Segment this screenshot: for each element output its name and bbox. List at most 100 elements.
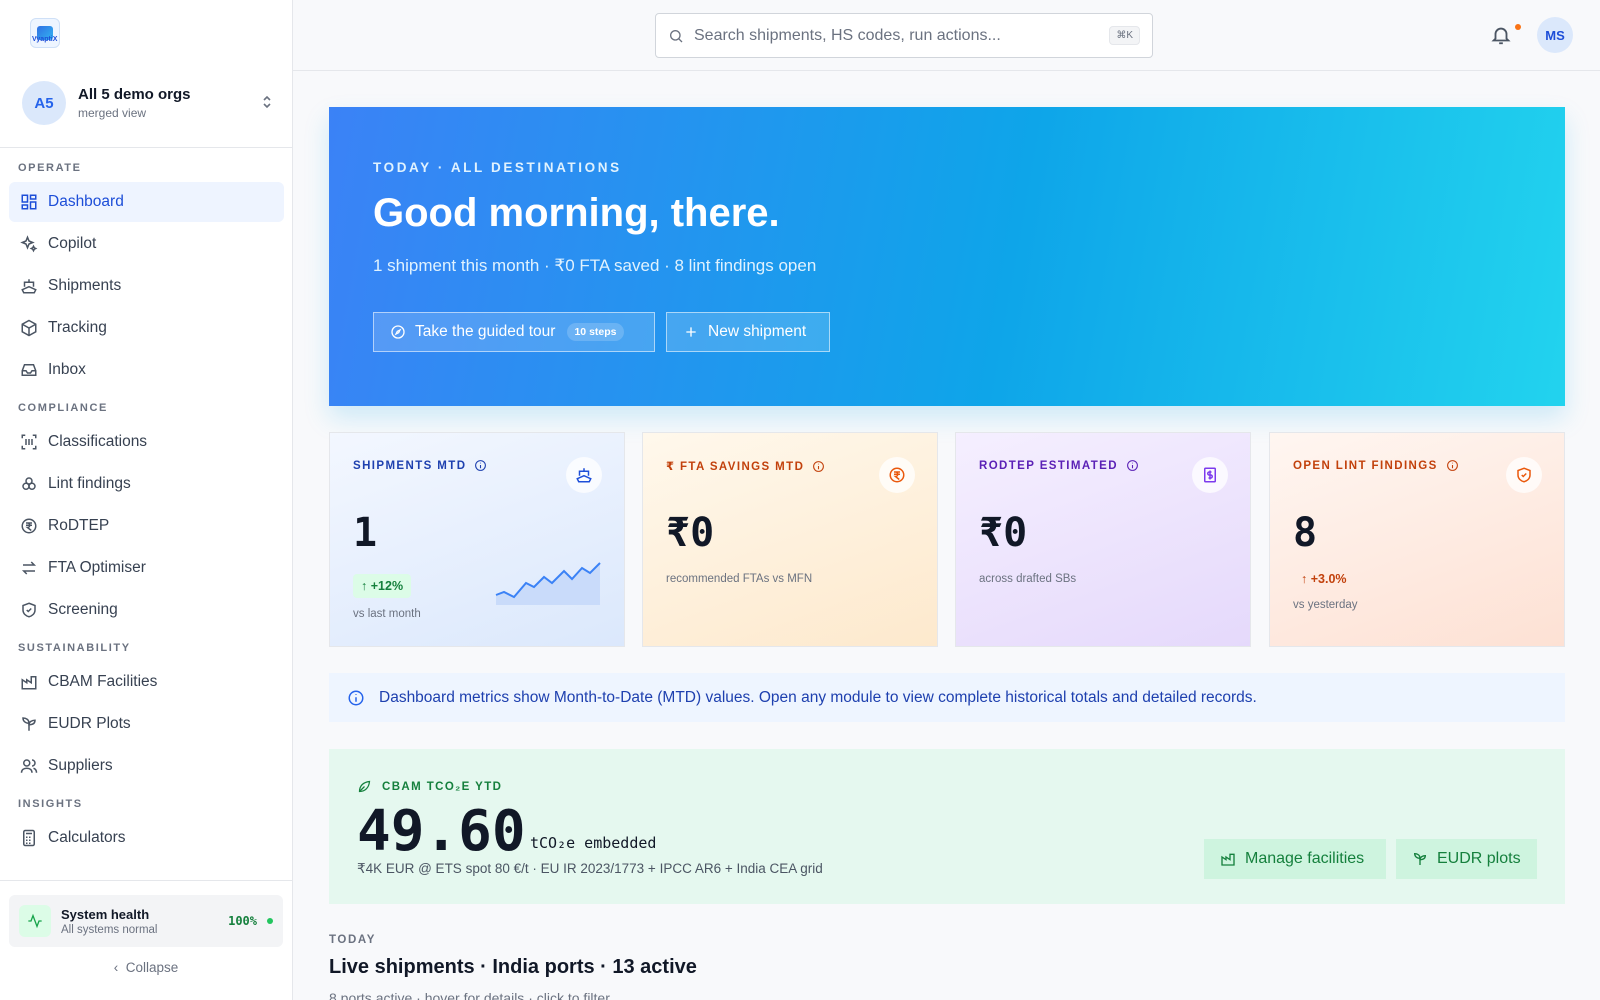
sidebar-item-rodtep[interactable]: RoDTEP — [9, 506, 284, 546]
manage-facilities-label: Manage facilities — [1245, 850, 1365, 867]
kpi-card-rodtep[interactable]: RODTEP ESTIMATED ₹0 across drafted SBs — [955, 432, 1251, 647]
card-label-wrap: ₹ FTA SAVINGS MTD — [666, 459, 825, 473]
ship-icon — [566, 457, 602, 493]
kpi-card-shipments[interactable]: SHIPMENTS MTD 1 ↑ +12% vs last month — [329, 432, 625, 647]
guided-tour-button[interactable]: Take the guided tour 10 steps — [373, 312, 655, 352]
package-icon — [20, 319, 38, 337]
card-label-wrap: OPEN LINT FINDINGS — [1293, 459, 1459, 472]
cbam-panel: CBAM TCO₂E YTD 49.60 tCO₂e embedded ₹4K … — [329, 749, 1565, 904]
app-logo[interactable] — [30, 18, 60, 48]
sidebar-item-label: EUDR Plots — [48, 715, 131, 732]
sidebar-item-label: RoDTEP — [48, 517, 110, 534]
section-compliance: COMPLIANCE — [18, 402, 108, 414]
collapse-button[interactable]: ‹ Collapse — [0, 960, 292, 975]
sidebar-item-dashboard[interactable]: Dashboard — [9, 182, 284, 222]
info-icon — [348, 690, 364, 705]
cbam-label-wrap: CBAM TCO₂E YTD — [357, 779, 502, 794]
section-operate: OPERATE — [18, 162, 82, 174]
info-icon[interactable] — [812, 460, 825, 473]
sidebar-item-label: Dashboard — [48, 193, 124, 210]
sidebar-item-label: Tracking — [48, 319, 107, 336]
rupee-circle-icon — [20, 517, 38, 535]
health-sub: All systems normal — [61, 923, 158, 936]
section-sustainability: SUSTAINABILITY — [18, 642, 131, 654]
system-health-panel[interactable]: System health All systems normal 100% — [9, 895, 283, 947]
sidebar-item-suppliers[interactable]: Suppliers — [9, 746, 284, 786]
notification-dot — [1515, 24, 1521, 30]
manage-facilities-button[interactable]: Manage facilities — [1204, 839, 1386, 879]
section-insights: INSIGHTS — [18, 798, 83, 810]
collapse-label: Collapse — [125, 960, 179, 975]
shield-check-icon — [1506, 457, 1542, 493]
sidebar-item-label: Inbox — [48, 361, 86, 378]
card-value: 8 — [1293, 510, 1318, 556]
sidebar-item-label: Calculators — [48, 829, 126, 846]
rupee-circle-icon — [879, 457, 915, 493]
calculator-icon — [20, 829, 38, 847]
sidebar-item-inbox[interactable]: Inbox — [9, 350, 284, 390]
card-label-wrap: SHIPMENTS MTD — [353, 459, 487, 472]
bell-icon[interactable] — [1490, 24, 1512, 46]
live-shipments-sub: 8 ports active · hover for details · cli… — [329, 990, 610, 1000]
eudr-plots-button[interactable]: EUDR plots — [1396, 839, 1537, 879]
kpi-card-lint-findings[interactable]: OPEN LINT FINDINGS 8 ↑ +3.0% vs yesterda… — [1269, 432, 1565, 647]
sidebar-item-cbam[interactable]: CBAM Facilities — [9, 662, 284, 702]
bug-icon — [20, 475, 38, 493]
sidebar-item-label: Screening — [48, 601, 118, 618]
eudr-plots-label: EUDR plots — [1437, 850, 1521, 867]
page-title: Good morning, there. — [373, 191, 780, 235]
sparkles-icon — [20, 235, 38, 253]
divider — [0, 147, 292, 148]
card-label: ₹ FTA SAVINGS MTD — [666, 461, 805, 473]
hero-eyebrow: TODAY · ALL DESTINATIONS — [373, 160, 622, 175]
search-icon — [670, 29, 683, 42]
sidebar-item-eudr[interactable]: EUDR Plots — [9, 704, 284, 744]
sidebar-item-calculators[interactable]: Calculators — [9, 818, 284, 858]
status-dot — [267, 918, 273, 924]
logo-text: VyaptiX — [32, 36, 58, 43]
sidebar: VyaptiX A5 All 5 demo orgs merged view O… — [0, 0, 293, 1000]
health-percent: 100% — [228, 914, 257, 928]
org-switcher[interactable]: A5 All 5 demo orgs merged view — [22, 80, 277, 126]
health-title: System health — [61, 906, 150, 922]
card-value: ₹0 — [979, 510, 1028, 556]
arrow-up-icon: ↑ — [361, 579, 368, 593]
new-shipment-button[interactable]: New shipment — [666, 312, 830, 352]
sidebar-item-shipments[interactable]: Shipments — [9, 266, 284, 306]
info-notice: Dashboard metrics show Month-to-Date (MT… — [329, 673, 1565, 722]
info-icon[interactable] — [1126, 459, 1139, 472]
info-icon[interactable] — [474, 459, 487, 472]
cbam-unit: tCO₂e embedded — [530, 834, 657, 852]
card-label-wrap: RODTEP ESTIMATED — [979, 459, 1139, 472]
hero-subtitle: 1 shipment this month · ₹0 FTA saved · 8… — [373, 256, 817, 275]
compass-icon — [391, 325, 405, 339]
plus-icon — [686, 327, 696, 337]
card-foot: vs last month — [353, 608, 421, 620]
sidebar-item-lint[interactable]: Lint findings — [9, 464, 284, 504]
sprout-icon — [1413, 852, 1427, 865]
users-icon — [20, 757, 38, 775]
factory-icon — [20, 673, 38, 691]
sidebar-item-classifications[interactable]: Classifications — [9, 422, 284, 462]
org-avatar: A5 — [22, 81, 66, 125]
sidebar-item-fta[interactable]: FTA Optimiser — [9, 548, 284, 588]
kpi-card-fta-savings[interactable]: ₹ FTA SAVINGS MTD ₹0 recommended FTAs vs… — [642, 432, 938, 647]
chevron-updown-icon — [257, 94, 277, 111]
delta-value: +3.0% — [1310, 572, 1347, 586]
receipt-icon — [1192, 457, 1228, 493]
info-icon[interactable] — [1446, 459, 1459, 472]
sidebar-item-copilot[interactable]: Copilot — [9, 224, 284, 264]
sidebar-item-screening[interactable]: Screening — [9, 590, 284, 630]
chevron-left-icon: ‹ — [113, 960, 119, 975]
topbar: Search shipments, HS codes, run actions.… — [293, 0, 1600, 71]
leaf-icon — [358, 780, 371, 793]
card-label: SHIPMENTS MTD — [353, 459, 467, 472]
sidebar-item-tracking[interactable]: Tracking — [9, 308, 284, 348]
inbox-icon — [20, 361, 38, 379]
user-avatar[interactable]: MS — [1537, 17, 1573, 53]
search-input[interactable]: Search shipments, HS codes, run actions.… — [655, 13, 1153, 58]
card-foot: recommended FTAs vs MFN — [666, 573, 813, 585]
cbam-subtext: ₹4K EUR @ ETS spot 80 €/t · EU IR 2023/1… — [357, 861, 823, 876]
card-label: OPEN LINT FINDINGS — [1293, 459, 1438, 472]
sidebar-item-label: Suppliers — [48, 757, 113, 774]
